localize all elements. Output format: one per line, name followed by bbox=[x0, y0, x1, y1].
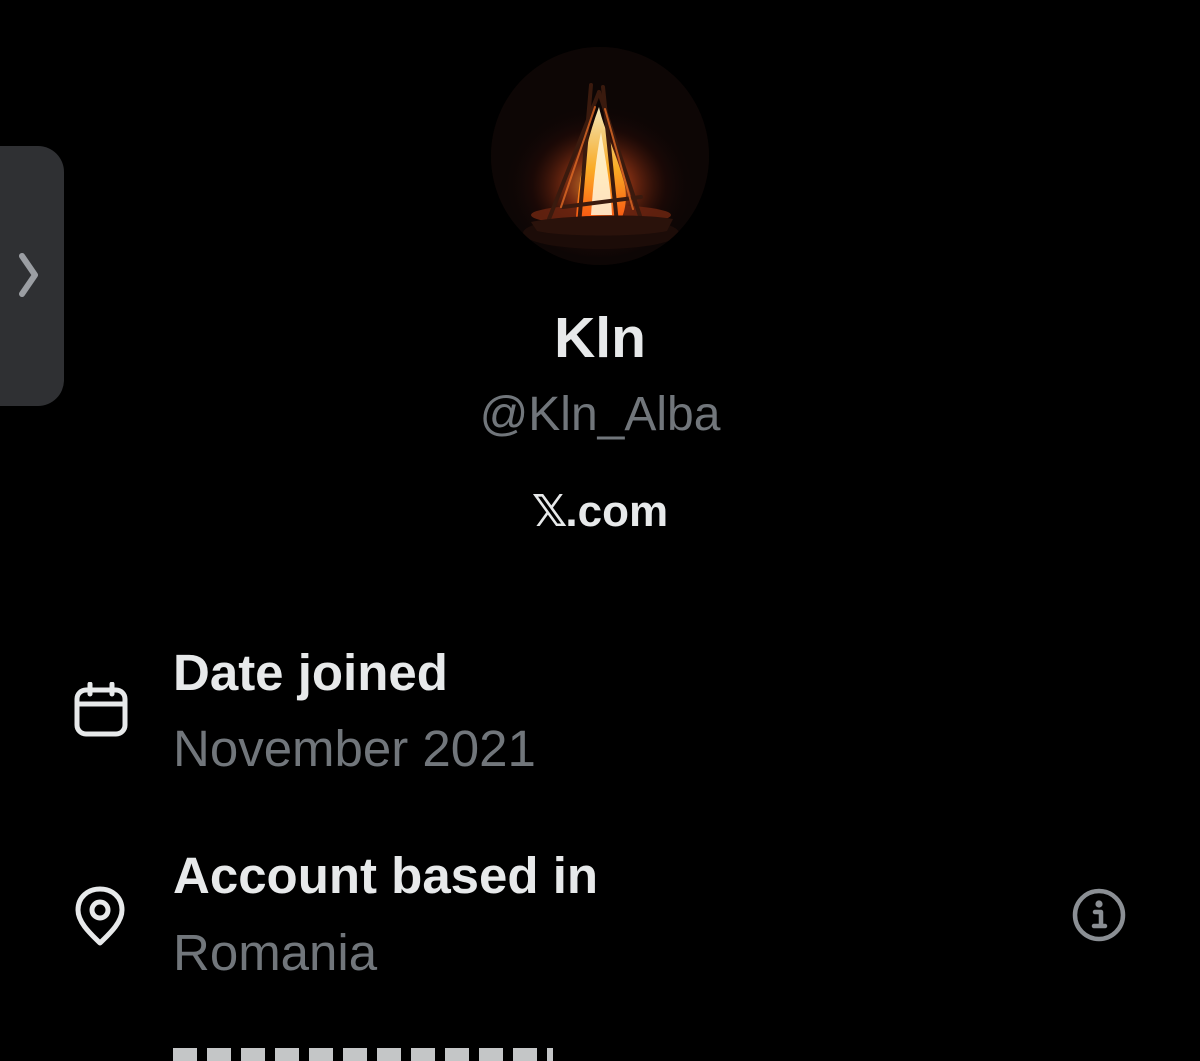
location-pin-icon bbox=[75, 886, 125, 946]
bonfire-image bbox=[491, 47, 709, 265]
date-joined-value: November 2021 bbox=[173, 720, 536, 777]
account-based-in-row: Account based in Romania bbox=[0, 845, 1200, 995]
username-handle: @Kln_Alba bbox=[479, 388, 721, 441]
calendar-icon bbox=[74, 682, 128, 737]
account-based-in-label: Account based in bbox=[173, 847, 599, 904]
x-logo: 𝕏 bbox=[531, 486, 567, 537]
platform-label: 𝕏.com bbox=[0, 484, 1200, 540]
next-row-clipped bbox=[173, 1040, 553, 1061]
info-circle-icon[interactable] bbox=[1070, 886, 1128, 944]
display-name: Kln bbox=[554, 306, 646, 370]
chevron-right-icon bbox=[19, 253, 38, 297]
date-joined-label: Date joined bbox=[173, 644, 448, 701]
clipped-text-fragment bbox=[173, 1048, 553, 1061]
profile-avatar[interactable] bbox=[491, 47, 709, 265]
account-based-in-value: Romania bbox=[173, 924, 378, 981]
platform-domain: .com bbox=[565, 487, 669, 536]
date-joined-row: Date joined November 2021 bbox=[0, 640, 1200, 790]
